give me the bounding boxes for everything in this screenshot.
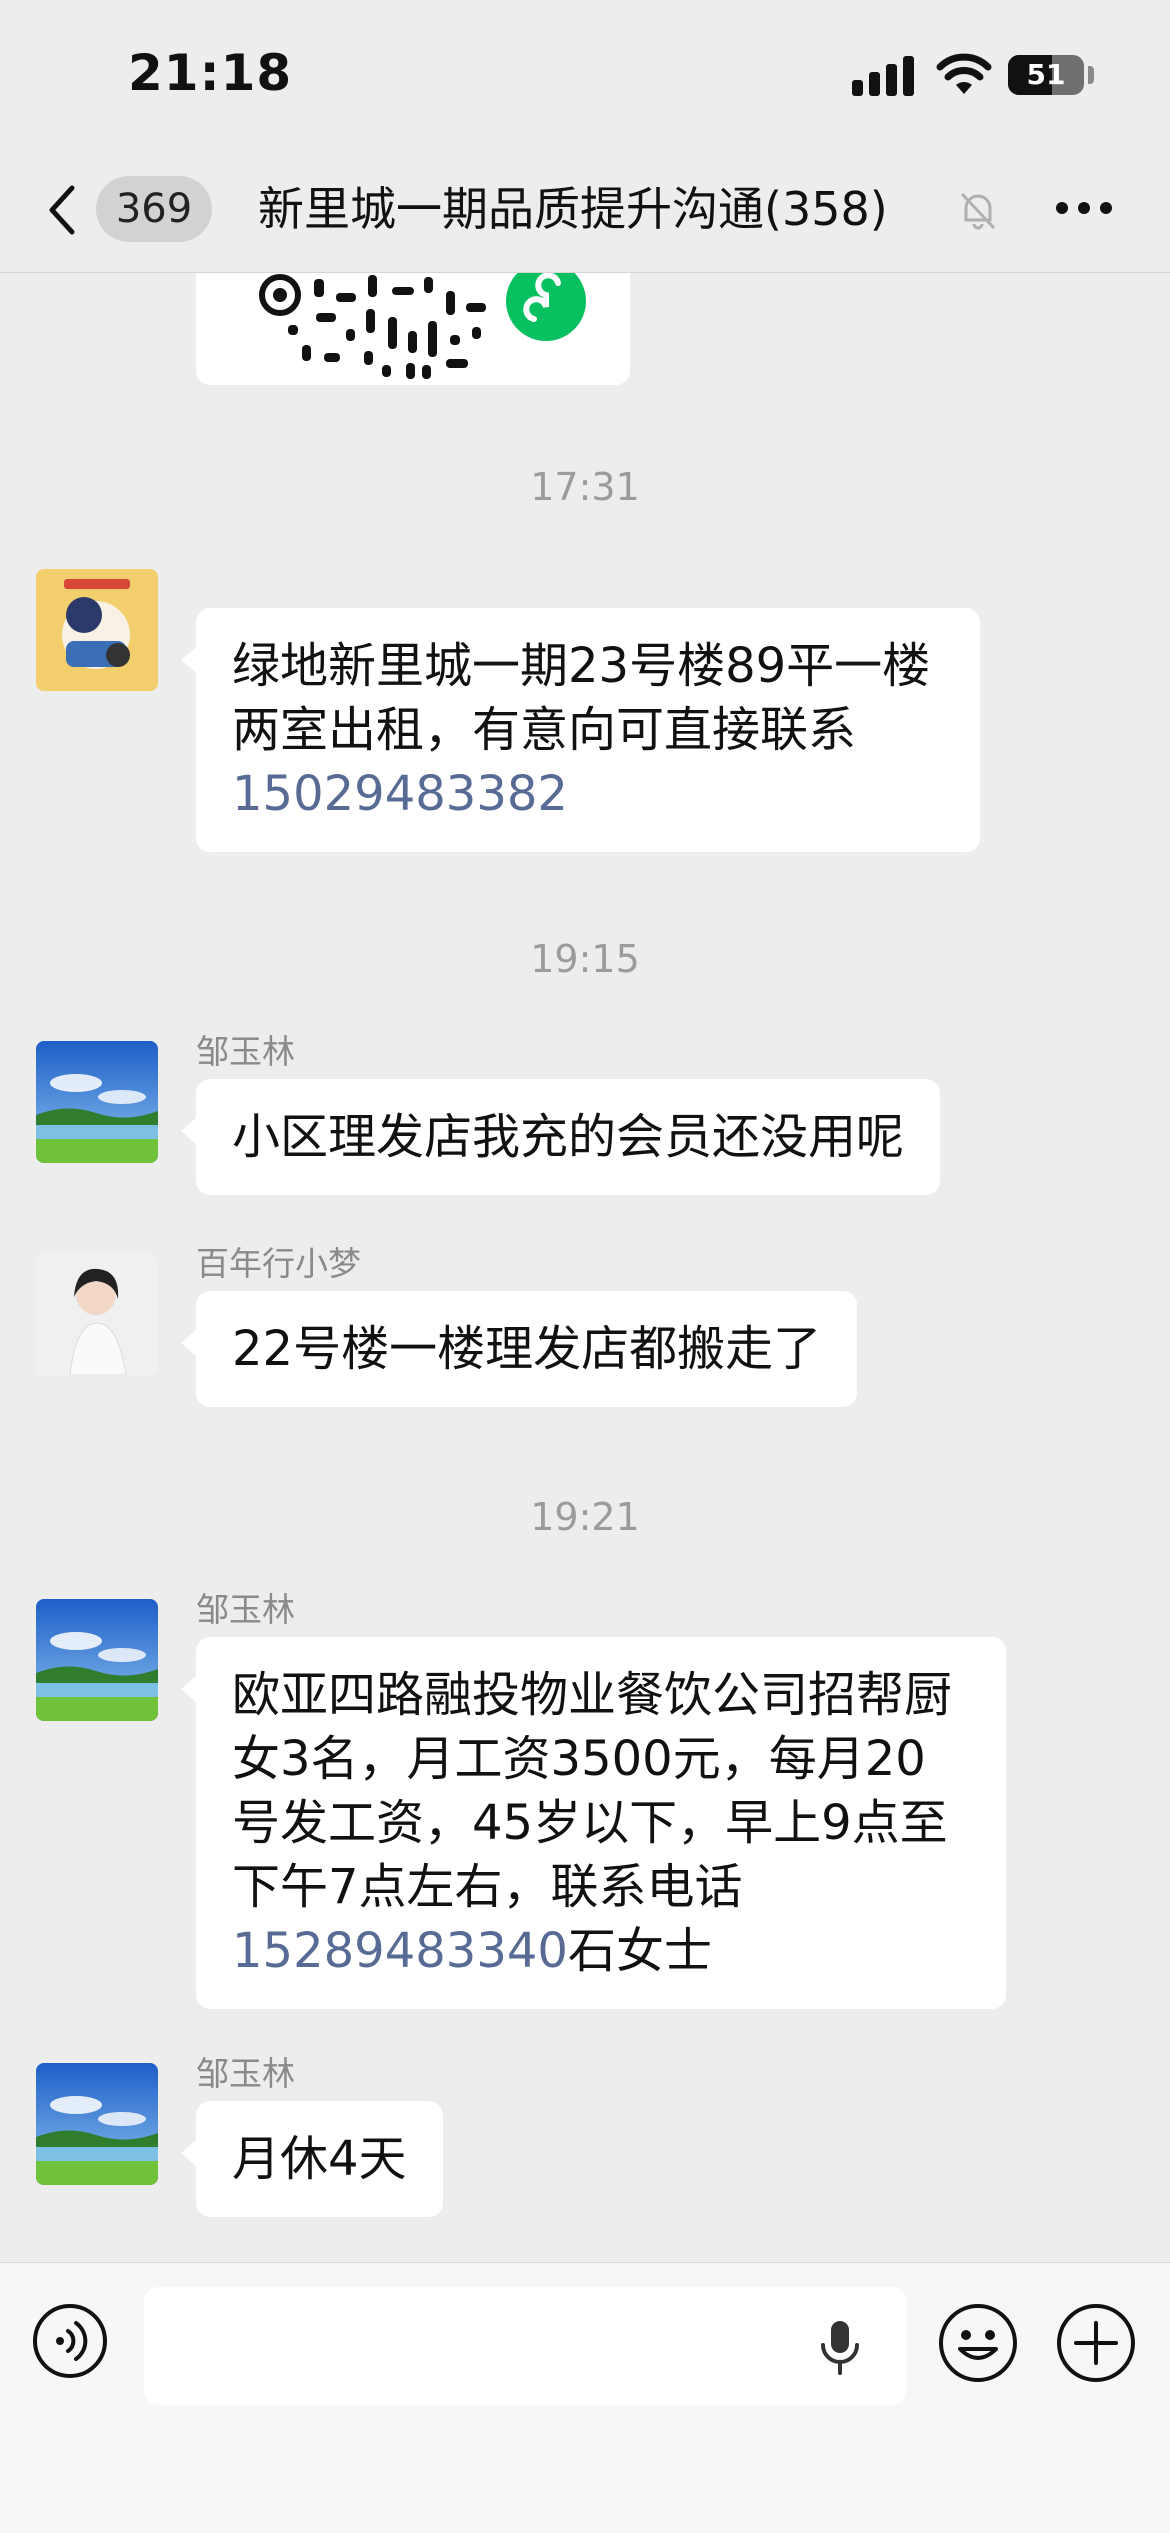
more-icon[interactable] [1056,202,1116,218]
message-text-suffix: 石女士 [567,1923,712,1979]
back-icon[interactable] [42,180,82,240]
message-bubble[interactable]: 绿地新里城一期23号楼89平一楼两室出租，有意向可直接联系 15029483382 [181,608,980,852]
sender-name: 邹玉林 [196,1590,295,1629]
message-text: 绿地新里城一期23号楼89平一楼两室出租，有意向可直接联系 [232,638,931,758]
qr-code-image [259,273,586,379]
avatar[interactable] [36,569,158,691]
emoji-icon[interactable] [938,2303,1018,2383]
battery-level: 51 [1026,58,1066,91]
message-bubble[interactable]: 22号楼一楼理发店都搬走了 [180,1291,858,1407]
timestamp: 19:15 [530,937,640,981]
cellular-signal-icon [852,56,916,96]
miniprogram-card[interactable] [196,273,630,385]
avatar[interactable] [36,1253,158,1375]
phone-link[interactable]: 15029483382 [232,766,568,822]
phone-link[interactable]: 15289483340 [232,1923,568,1979]
timestamp: 19:21 [530,1495,640,1539]
message-input[interactable] [144,2287,906,2405]
input-bar [0,2262,1170,2533]
avatar[interactable] [36,1599,158,1721]
message-text: 22号楼一楼理发店都搬走了 [232,1321,822,1377]
message-bubble[interactable]: 小区理发店我充的会员还没用呢 [180,1079,941,1195]
message-text: 月休4天 [232,2131,407,2187]
message-bubble[interactable]: 月休4天 [181,2101,443,2217]
mute-bell-icon [960,192,996,230]
message-list[interactable]: 17:31 绿地新里城一期23号楼89平一楼两室出租，有意向可直接联系 15029… [0,273,1170,2273]
plus-icon[interactable] [1056,2303,1136,2383]
message-text: 欧亚四路融投物业餐饮公司招帮厨女3名，月工资3500元，每月20号发工资，45岁… [232,1667,953,1915]
wifi-icon [936,53,992,94]
voice-icon[interactable] [32,2303,108,2379]
status-bar: 21:18 51 [0,0,1170,150]
message-text: 小区理发店我充的会员还没用呢 [232,1109,905,1165]
avatar[interactable] [36,1041,158,1163]
mic-icon[interactable] [816,2317,864,2379]
avatar[interactable] [36,2063,158,2185]
chat-title: 新里城一期品质提升沟通(358) [258,182,888,236]
chat-header: 369 新里城一期品质提升沟通(358) [0,150,1170,273]
sender-name: 邹玉林 [196,2054,295,2093]
unread-count-badge[interactable]: 369 [96,176,212,242]
status-time: 21:18 [128,44,293,102]
battery-icon: 51 [1008,55,1084,95]
sender-name [196,561,396,597]
message-bubble[interactable]: 欧亚四路融投物业餐饮公司招帮厨女3名，月工资3500元，每月20号发工资，45岁… [181,1637,1006,2009]
timestamp: 17:31 [530,465,640,509]
sender-name: 邹玉林 [196,1032,295,1071]
sender-name: 百年行小梦 [196,1244,361,1283]
